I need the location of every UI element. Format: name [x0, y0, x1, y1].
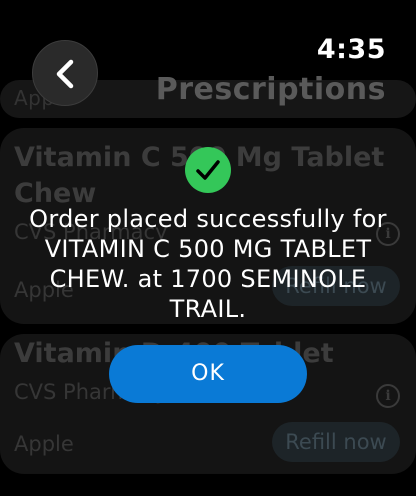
- success-message: Order placed successfully for VITAMIN C …: [29, 205, 387, 323]
- checkmark-icon: [196, 160, 220, 180]
- back-button[interactable]: [32, 40, 98, 106]
- checkmark-circle-icon: [185, 147, 231, 193]
- bottom-fade: [0, 472, 416, 496]
- chevron-left-icon: [56, 59, 74, 89]
- status-time: 4:35: [316, 34, 386, 65]
- info-icon[interactable]: i: [376, 384, 400, 408]
- prescription-location: Apple: [14, 432, 74, 456]
- refill-now-button[interactable]: Refill now: [272, 422, 400, 462]
- ok-button[interactable]: OK: [109, 345, 307, 403]
- page-title: Prescriptions: [155, 72, 386, 107]
- watch-screen: Apple Vitamin C 500 Mg Tablet Chew CVS P…: [0, 0, 416, 496]
